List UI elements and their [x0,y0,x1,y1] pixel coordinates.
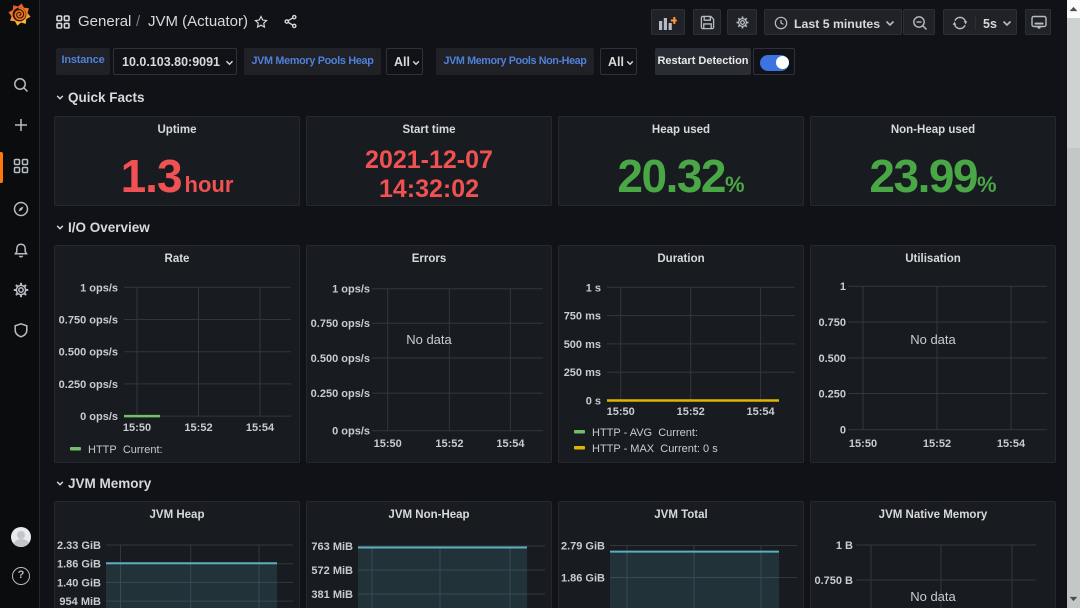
svg-text:15:54: 15:54 [246,422,275,434]
svg-text:15:50: 15:50 [374,438,402,450]
svg-text:15:52: 15:52 [435,438,463,450]
svg-text:0: 0 [840,425,846,437]
svg-text:763 MiB: 763 MiB [311,541,353,553]
svg-text:15:54: 15:54 [496,438,525,450]
svg-text:No data: No data [406,332,452,347]
svg-text:0.250: 0.250 [818,389,846,401]
svg-text:15:50: 15:50 [607,406,635,418]
svg-text:0.250 ops/s: 0.250 ops/s [311,388,370,400]
svg-text:0.500: 0.500 [818,353,846,365]
svg-text:HTTP - AVG Current:: HTTP - AVG Current: [592,427,698,439]
svg-text:1 s: 1 s [586,282,601,294]
svg-text:2.33 GiB: 2.33 GiB [57,540,101,552]
svg-text:0.750 ops/s: 0.750 ops/s [59,315,118,327]
svg-text:1 ops/s: 1 ops/s [80,282,118,294]
svg-text:1 ops/s: 1 ops/s [332,284,370,296]
svg-text:0 s: 0 s [586,396,601,408]
svg-text:572 MiB: 572 MiB [311,565,353,577]
svg-text:15:50: 15:50 [123,422,151,434]
svg-text:0.250 ops/s: 0.250 ops/s [59,379,118,391]
svg-text:1.86 GiB: 1.86 GiB [561,573,605,585]
svg-text:1 B: 1 B [836,540,853,552]
svg-text:954 MiB: 954 MiB [59,596,101,608]
svg-text:1: 1 [840,281,846,293]
svg-text:1.86 GiB: 1.86 GiB [57,559,101,571]
svg-text:15:54: 15:54 [747,406,776,418]
svg-text:HTTP Current:: HTTP Current: [88,444,163,456]
svg-text:15:52: 15:52 [184,422,212,434]
svg-text:HTTP - MAX Current: 0 s: HTTP - MAX Current: 0 s [592,443,718,455]
svg-text:0.750: 0.750 [818,317,846,329]
svg-text:750 ms: 750 ms [564,311,601,323]
svg-text:15:52: 15:52 [677,406,705,418]
svg-text:0 ops/s: 0 ops/s [80,411,118,423]
svg-text:0 ops/s: 0 ops/s [332,426,370,438]
svg-text:381 MiB: 381 MiB [311,589,353,601]
svg-text:500 ms: 500 ms [564,339,601,351]
svg-text:15:54: 15:54 [997,438,1026,450]
svg-text:15:52: 15:52 [923,438,951,450]
svg-text:1.40 GiB: 1.40 GiB [57,577,101,589]
svg-text:2.79 GiB: 2.79 GiB [561,541,605,553]
svg-text:0.500 ops/s: 0.500 ops/s [311,353,370,365]
svg-text:0.500 ops/s: 0.500 ops/s [59,347,118,359]
svg-text:15:50: 15:50 [849,438,877,450]
svg-text:0.750 B: 0.750 B [814,575,853,587]
svg-text:No data: No data [910,332,956,347]
svg-text:250 ms: 250 ms [564,367,601,379]
svg-text:0.750 ops/s: 0.750 ops/s [311,318,370,330]
